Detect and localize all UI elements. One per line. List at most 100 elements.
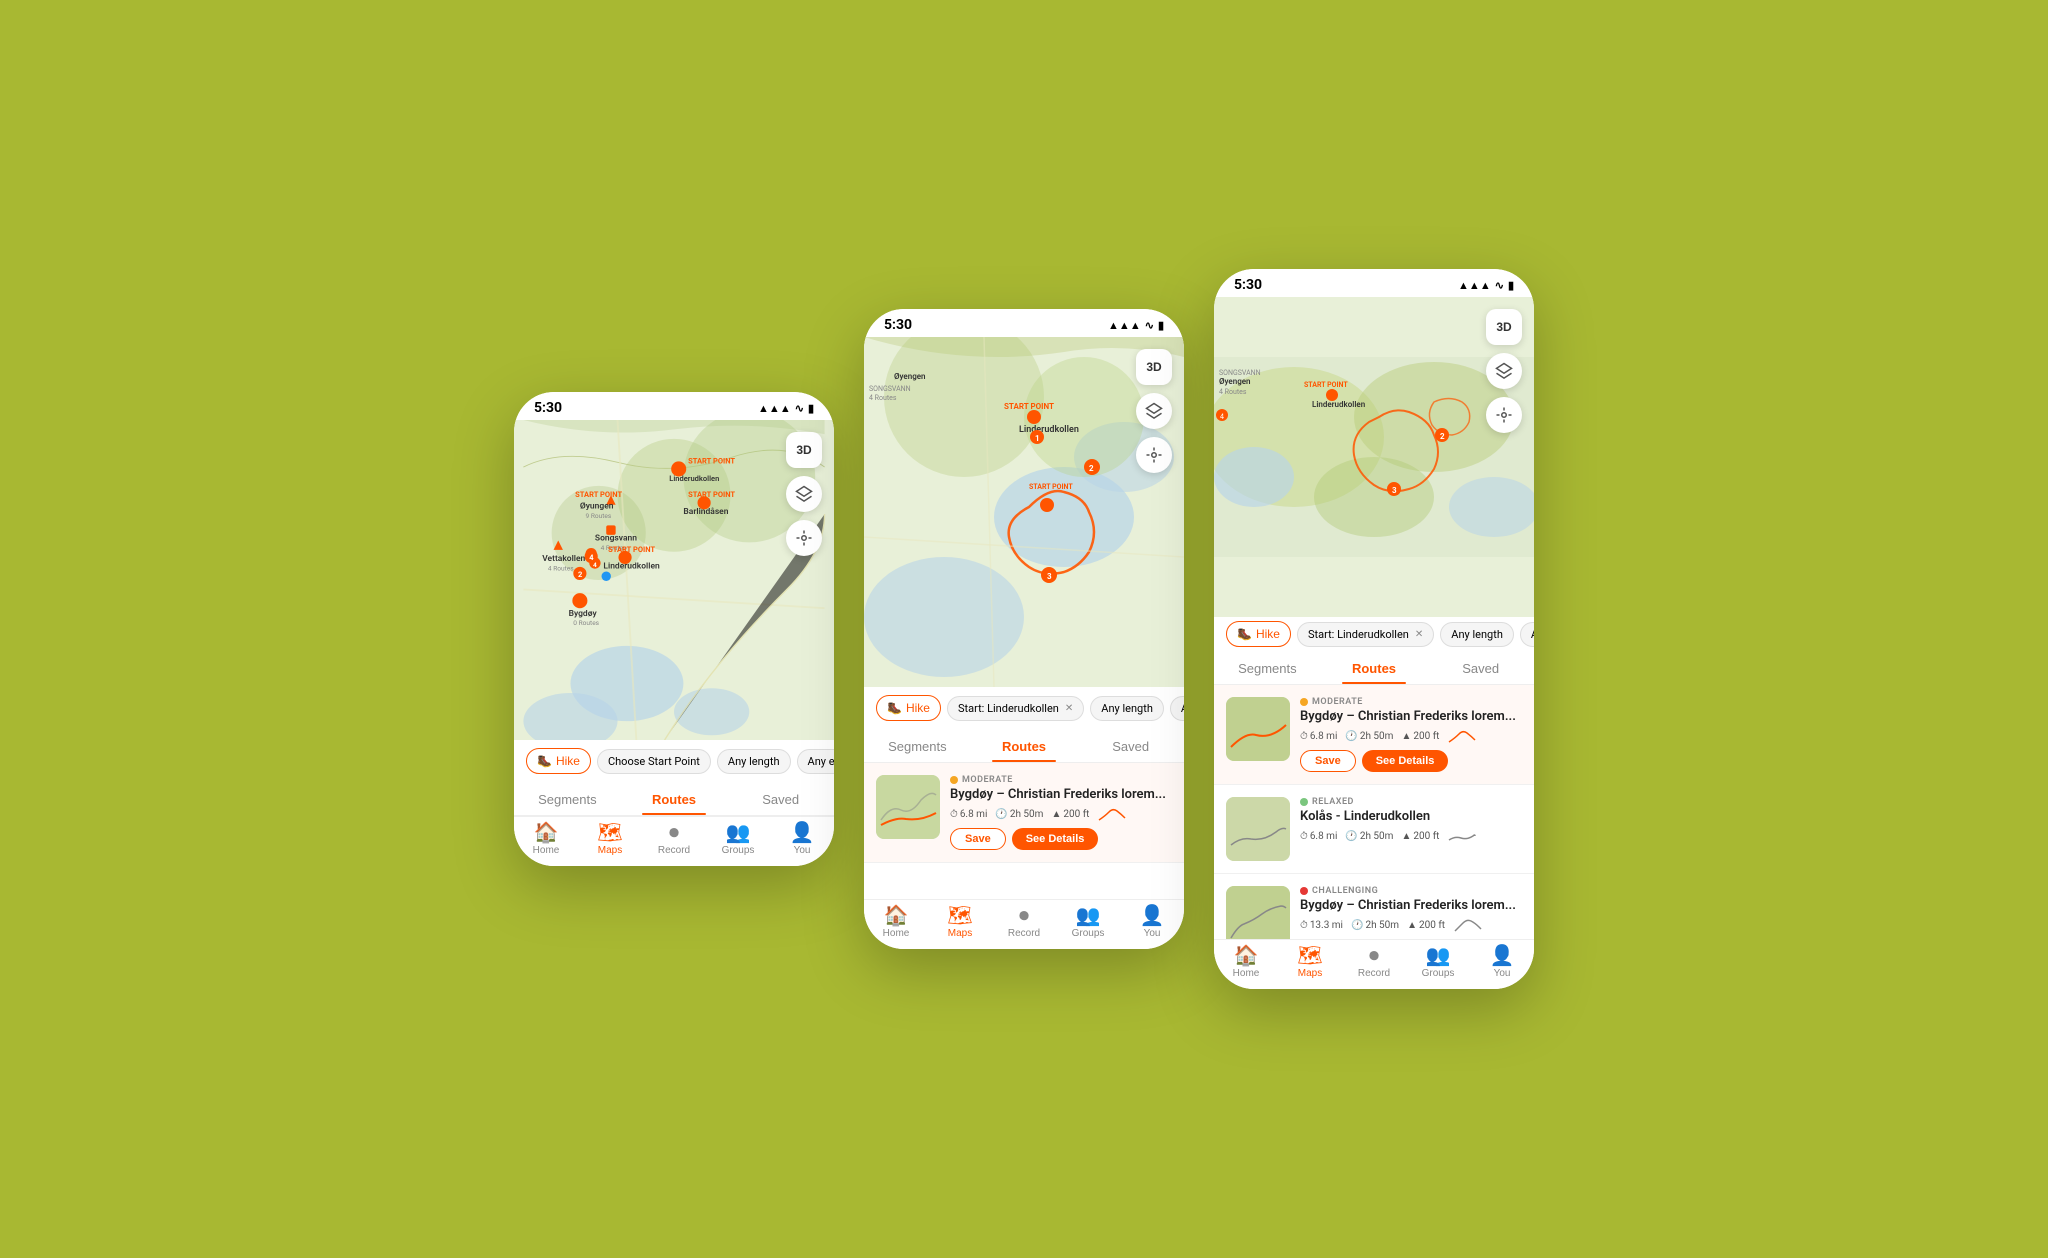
btn-layers-1[interactable]	[786, 476, 822, 512]
filter-bar-3: 🥾 Hike Start: Linderudkollen ✕ Any lengt…	[1214, 617, 1534, 651]
map-svg-3: SONGSVANN Øyengen 4 Routes START POINT L…	[1214, 297, 1534, 617]
ele-filter-2[interactable]: Any ele	[1170, 696, 1184, 721]
length-filter-1[interactable]: Any length	[717, 749, 791, 774]
length-filter-2[interactable]: Any length	[1090, 696, 1164, 721]
btn-location-3[interactable]	[1486, 397, 1522, 433]
bottom-nav-3: 🏠 Home 🗺 Maps ⏺ Record 👥 Groups 👤 You	[1214, 939, 1534, 989]
length-filter-3[interactable]: Any length	[1440, 622, 1514, 647]
nav-maps-1[interactable]: 🗺 Maps	[578, 823, 642, 856]
battery-icon-1: ▮	[808, 402, 814, 415]
svg-text:4: 4	[589, 553, 594, 562]
tab-routes-3[interactable]: Routes	[1321, 651, 1428, 684]
btn-location-1[interactable]	[786, 520, 822, 556]
nav-groups-1[interactable]: 👥 Groups	[706, 823, 770, 856]
btn-location-2[interactable]	[1136, 437, 1172, 473]
tab-segments-1[interactable]: Segments	[514, 782, 621, 815]
tab-saved-3[interactable]: Saved	[1427, 651, 1534, 684]
difficulty-dot-3-2	[1300, 887, 1308, 895]
maps-icon-3: 🗺	[1297, 946, 1322, 966]
tab-segments-2[interactable]: Segments	[864, 729, 971, 762]
nav-home-1[interactable]: 🏠 Home	[514, 823, 578, 856]
nav-record-3[interactable]: ⏺ Record	[1342, 946, 1406, 979]
details-btn-2-0[interactable]: See Details	[1012, 828, 1099, 850]
details-btn-3-0[interactable]: See Details	[1362, 750, 1449, 772]
battery-icon-2: ▮	[1158, 319, 1164, 332]
nav-groups-2[interactable]: 👥 Groups	[1056, 906, 1120, 939]
tab-routes-1[interactable]: Routes	[621, 782, 728, 815]
svg-text:3: 3	[1392, 486, 1397, 495]
status-icons-3: ▲▲▲ ∿ ▮	[1458, 279, 1514, 292]
svg-text:START POINT: START POINT	[1029, 483, 1073, 491]
status-bar-2: 5:30 ▲▲▲ ∿ ▮	[864, 309, 1184, 337]
start-filter-1[interactable]: Choose Start Point	[597, 749, 711, 774]
route-card-3-2: CHALLENGING Bygdøy – Christian Frederiks…	[1214, 874, 1534, 939]
elev-svg-3-0	[1447, 728, 1477, 744]
time-3: 5:30	[1234, 277, 1262, 293]
start-tag-3[interactable]: Start: Linderudkollen ✕	[1297, 622, 1434, 647]
route-info-3-0: MODERATE Bygdøy – Christian Frederiks lo…	[1300, 697, 1522, 772]
elevation-svg-2-0	[1097, 806, 1127, 822]
nav-you-1[interactable]: 👤 You	[770, 823, 834, 856]
svg-text:Linderudkollen: Linderudkollen	[603, 562, 660, 572]
tab-routes-2[interactable]: Routes	[971, 729, 1078, 762]
nav-groups-3[interactable]: 👥 Groups	[1406, 946, 1470, 979]
nav-home-3[interactable]: 🏠 Home	[1214, 946, 1278, 979]
svg-text:Linderudkollen: Linderudkollen	[1312, 400, 1366, 409]
difficulty-text-3-0: MODERATE	[1312, 697, 1363, 707]
save-btn-2-0[interactable]: Save	[950, 828, 1006, 850]
route-stats-3-1: ⏱ 6.8 mi 🕐 2h 50m ▲ 200 ft	[1300, 828, 1522, 844]
start-tag-2[interactable]: Start: Linderudkollen ✕	[947, 696, 1084, 721]
signal-icon-3: ▲▲▲	[1458, 279, 1491, 292]
btn-layers-3[interactable]	[1486, 353, 1522, 389]
maps-icon-1: 🗺	[597, 823, 622, 843]
phone-3: 5:30 ▲▲▲ ∿ ▮ SONGSV	[1214, 269, 1534, 989]
nav-maps-3[interactable]: 🗺 Maps	[1278, 946, 1342, 979]
nav-record-1[interactable]: ⏺ Record	[642, 823, 706, 856]
route-card-3-0: MODERATE Bygdøy – Christian Frederiks lo…	[1214, 685, 1534, 785]
nav-you-2[interactable]: 👤 You	[1120, 906, 1184, 939]
time-2: 5:30	[884, 317, 912, 333]
ele-filter-3[interactable]: Any ele	[1520, 622, 1534, 647]
route-info-3-1: RELAXED Kolås - Linderudkollen ⏱ 6.8 mi …	[1300, 797, 1522, 850]
hike-filter-1[interactable]: 🥾 Hike	[526, 748, 591, 774]
nav-home-2[interactable]: 🏠 Home	[864, 906, 928, 939]
svg-text:2: 2	[578, 570, 583, 579]
elev-svg-3-2	[1453, 917, 1483, 933]
save-btn-3-0[interactable]: Save	[1300, 750, 1356, 772]
route-thumb-3-0	[1226, 697, 1290, 761]
nav-maps-2[interactable]: 🗺 Maps	[928, 906, 992, 939]
bottom-nav-1: 🏠 Home 🗺 Maps ⏺ Record 👥 Groups 👤 You	[514, 816, 834, 866]
wifi-icon-3: ∿	[1495, 279, 1504, 292]
btn-3d-3[interactable]: 3D	[1486, 309, 1522, 345]
start-tag-close-2[interactable]: ✕	[1065, 703, 1073, 714]
hike-icon-2: 🥾	[887, 701, 902, 715]
tab-saved-2[interactable]: Saved	[1077, 729, 1184, 762]
groups-icon-3: 👥	[1426, 946, 1451, 966]
nav-record-2[interactable]: ⏺ Record	[992, 906, 1056, 939]
difficulty-text-2-0: MODERATE	[962, 775, 1013, 785]
svg-text:Songsvann: Songsvann	[595, 533, 637, 543]
start-tag-close-3[interactable]: ✕	[1415, 629, 1423, 640]
route-stats-2-0: ⏱ 6.8 mi 🕐 2h 50m ▲ 200 ft	[950, 806, 1172, 822]
difficulty-dot-3-1	[1300, 798, 1308, 806]
btn-layers-2[interactable]	[1136, 393, 1172, 429]
tab-segments-3[interactable]: Segments	[1214, 651, 1321, 684]
btn-3d-1[interactable]: 3D	[786, 432, 822, 468]
svg-text:Øyengen: Øyengen	[894, 372, 926, 381]
hike-filter-2[interactable]: 🥾 Hike	[876, 695, 941, 721]
wifi-icon-1: ∿	[795, 402, 804, 415]
map-svg-2: Øyengen SONGSVANN 4 Routes START POINT L…	[864, 337, 1184, 687]
route-actions-2-0: Save See Details	[950, 828, 1172, 850]
svg-text:SONGSVANN: SONGSVANN	[1219, 369, 1261, 377]
difficulty-text-3-2: CHALLENGING	[1312, 886, 1378, 896]
status-bar-3: 5:30 ▲▲▲ ∿ ▮	[1214, 269, 1534, 297]
record-icon-3: ⏺	[1369, 946, 1379, 966]
filter-bar-1: 🥾 Hike Choose Start Point Any length Any…	[514, 740, 834, 782]
tab-saved-1[interactable]: Saved	[727, 782, 834, 815]
route-thumb-2-0	[876, 775, 940, 839]
nav-you-3[interactable]: 👤 You	[1470, 946, 1534, 979]
svg-text:START POINT: START POINT	[688, 490, 735, 499]
ele-filter-1[interactable]: Any el	[797, 749, 834, 774]
btn-3d-2[interactable]: 3D	[1136, 349, 1172, 385]
hike-filter-3[interactable]: 🥾 Hike	[1226, 621, 1291, 647]
